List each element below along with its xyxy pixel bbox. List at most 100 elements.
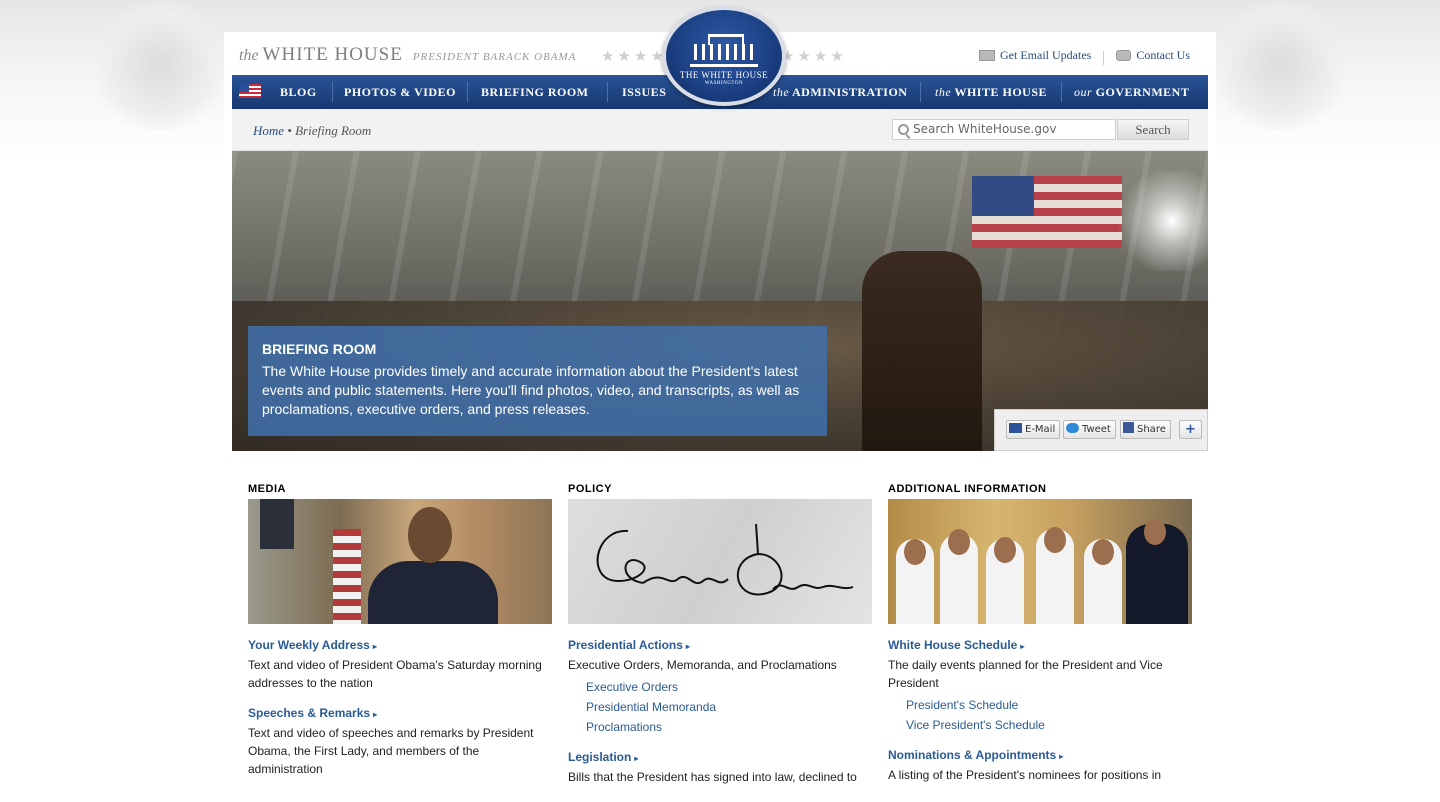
executive-orders-link[interactable]: Executive Orders xyxy=(586,680,872,694)
additional-info-heading: ADDITIONAL INFORMATION xyxy=(888,483,1047,495)
legislation-description: Bills that the President has signed into… xyxy=(568,770,857,784)
additional-info-column: ADDITIONAL INFORMATION White House Sched… xyxy=(888,483,1192,784)
top-header: the WHITE HOUSE PRESIDENT BARACK OBAMA ★… xyxy=(224,6,1216,106)
nav-white-house-prefix: the xyxy=(935,85,952,99)
presidential-memoranda-link[interactable]: Presidential Memoranda xyxy=(586,700,872,714)
nav-photos-video[interactable]: PHOTOS & VIDEO xyxy=(344,75,456,109)
divider xyxy=(1103,51,1105,66)
hero-light xyxy=(1112,171,1208,271)
arrow-right-icon: ▸ xyxy=(685,642,690,651)
media-image[interactable] xyxy=(248,499,552,624)
white-house-seal-logo[interactable]: THE WHITE HOUSE WASHINGTON xyxy=(662,6,786,106)
hero-banner: BRIEFING ROOM The White House provides t… xyxy=(232,151,1208,451)
seal-title: THE WHITE HOUSE xyxy=(679,70,769,80)
nav-government-prefix: our xyxy=(1074,85,1093,99)
breadcrumb-home[interactable]: Home xyxy=(253,123,284,138)
nominations-appointments-description: A listing of the President's nominees fo… xyxy=(888,768,1162,782)
weekly-address-description: Text and video of President Obama's Satu… xyxy=(248,658,542,690)
weekly-address-label: Your Weekly Address xyxy=(248,638,370,652)
nav-divider xyxy=(332,82,333,102)
envelope-icon xyxy=(1009,423,1022,433)
hero-caption-box: BRIEFING ROOM The White House provides t… xyxy=(248,326,827,436)
envelope-icon xyxy=(979,50,996,61)
speech-bubble-icon xyxy=(1116,50,1132,61)
nav-divider xyxy=(467,82,468,102)
hero-description: The White House provides timely and accu… xyxy=(262,363,800,417)
email-updates-label: Get Email Updates xyxy=(1000,48,1092,62)
weekly-address-link[interactable]: Your Weekly Address ▸ xyxy=(248,638,552,652)
media-column: MEDIA Your Weekly Address ▸ Text and vide… xyxy=(248,483,552,778)
contact-us-link[interactable]: Contact Us xyxy=(1116,48,1190,63)
utility-links: Get Email Updates Contact Us xyxy=(979,48,1190,66)
stars-right: ★★★★ xyxy=(781,48,847,65)
brand-subtitle: PRESIDENT BARACK OBAMA xyxy=(412,51,577,63)
hero-speaker xyxy=(862,251,982,451)
tweet-label: Tweet xyxy=(1082,424,1111,435)
brand-name: WHITE HOUSE xyxy=(262,44,403,65)
site-brand[interactable]: the WHITE HOUSE PRESIDENT BARACK OBAMA xyxy=(239,44,576,66)
nav-divider xyxy=(920,82,921,102)
search-icon xyxy=(898,124,909,135)
presidents-schedule-link[interactable]: President's Schedule xyxy=(906,698,1192,712)
legislation-link[interactable]: Legislation ▸ xyxy=(568,750,872,764)
facebook-share-label: Share xyxy=(1137,424,1166,435)
additional-info-image[interactable] xyxy=(888,499,1192,624)
nav-issues[interactable]: ISSUES xyxy=(622,75,666,109)
nav-administration[interactable]: the ADMINISTRATION xyxy=(773,75,907,109)
email-share-label: E-Mail xyxy=(1025,424,1056,435)
arrow-right-icon: ▸ xyxy=(1020,642,1025,651)
speeches-remarks-description: Text and video of speeches and remarks b… xyxy=(248,726,534,776)
breadcrumb: Home • Briefing Room xyxy=(253,123,371,139)
policy-signature-image[interactable] xyxy=(568,499,872,624)
proclamations-link[interactable]: Proclamations xyxy=(586,720,872,734)
nominations-appointments-label: Nominations & Appointments xyxy=(888,748,1057,762)
presidential-actions-link[interactable]: Presidential Actions ▸ xyxy=(568,638,872,652)
white-house-schedule-link[interactable]: White House Schedule ▸ xyxy=(888,638,1192,652)
nav-government-label: GOVERNMENT xyxy=(1095,85,1190,99)
search-input[interactable]: Search WhiteHouse.gov xyxy=(892,119,1116,140)
signature-drawing xyxy=(596,523,854,596)
policy-heading: POLICY xyxy=(568,483,612,495)
more-share-button[interactable]: + xyxy=(1179,420,1202,439)
hero-american-flag xyxy=(972,176,1122,248)
policy-column: POLICY Presidential Actions ▸ Executive O… xyxy=(568,483,872,786)
nav-white-house-label: WHITE HOUSE xyxy=(954,85,1047,99)
twitter-bird-icon xyxy=(1066,423,1079,433)
breadcrumb-separator: • xyxy=(287,123,292,138)
email-updates-link[interactable]: Get Email Updates xyxy=(979,48,1091,63)
nav-divider xyxy=(1061,82,1062,102)
arrow-right-icon: ▸ xyxy=(634,754,639,763)
nav-the-white-house[interactable]: the WHITE HOUSE xyxy=(935,75,1047,109)
column-decoration-right xyxy=(1215,0,1345,130)
us-flag-icon[interactable] xyxy=(239,84,261,98)
share-toolbar: E-Mail Tweet Share + xyxy=(994,409,1208,451)
presidential-actions-label: Presidential Actions xyxy=(568,638,683,652)
arrow-right-icon: ▸ xyxy=(373,710,378,719)
nav-blog[interactable]: BLOG xyxy=(280,75,317,109)
email-share-button[interactable]: E-Mail xyxy=(1006,420,1061,439)
stars-left: ★★★★ xyxy=(601,48,667,65)
white-house-schedule-label: White House Schedule xyxy=(888,638,1018,652)
tweet-button[interactable]: Tweet xyxy=(1063,420,1116,439)
speeches-remarks-link[interactable]: Speeches & Remarks ▸ xyxy=(248,706,552,720)
page-wrapper: the WHITE HOUSE PRESIDENT BARACK OBAMA ★… xyxy=(224,6,1216,802)
facebook-icon xyxy=(1123,422,1134,433)
presidential-actions-description: Executive Orders, Memoranda, and Proclam… xyxy=(568,658,837,672)
breadcrumb-current: Briefing Room xyxy=(295,123,372,138)
white-house-schedule-description: The daily events planned for the Preside… xyxy=(888,658,1163,690)
hero-title: BRIEFING ROOM xyxy=(262,341,377,357)
brand-the: the xyxy=(239,47,259,64)
search-button[interactable]: Search xyxy=(1117,119,1189,140)
legislation-label: Legislation xyxy=(568,750,632,764)
vice-presidents-schedule-link[interactable]: Vice President's Schedule xyxy=(906,718,1192,732)
seal-subtitle: WASHINGTON xyxy=(704,81,744,86)
nav-briefing-room[interactable]: BRIEFING ROOM xyxy=(481,75,589,109)
nav-our-government[interactable]: our GOVERNMENT xyxy=(1074,75,1189,109)
facebook-share-button[interactable]: Share xyxy=(1120,420,1171,439)
nav-administration-label: ADMINISTRATION xyxy=(792,85,908,99)
arrow-right-icon: ▸ xyxy=(1059,752,1064,761)
column-decoration-left xyxy=(95,0,225,130)
nominations-appointments-link[interactable]: Nominations & Appointments ▸ xyxy=(888,748,1192,762)
nav-administration-prefix: the xyxy=(773,85,790,99)
plus-icon: + xyxy=(1185,422,1196,437)
